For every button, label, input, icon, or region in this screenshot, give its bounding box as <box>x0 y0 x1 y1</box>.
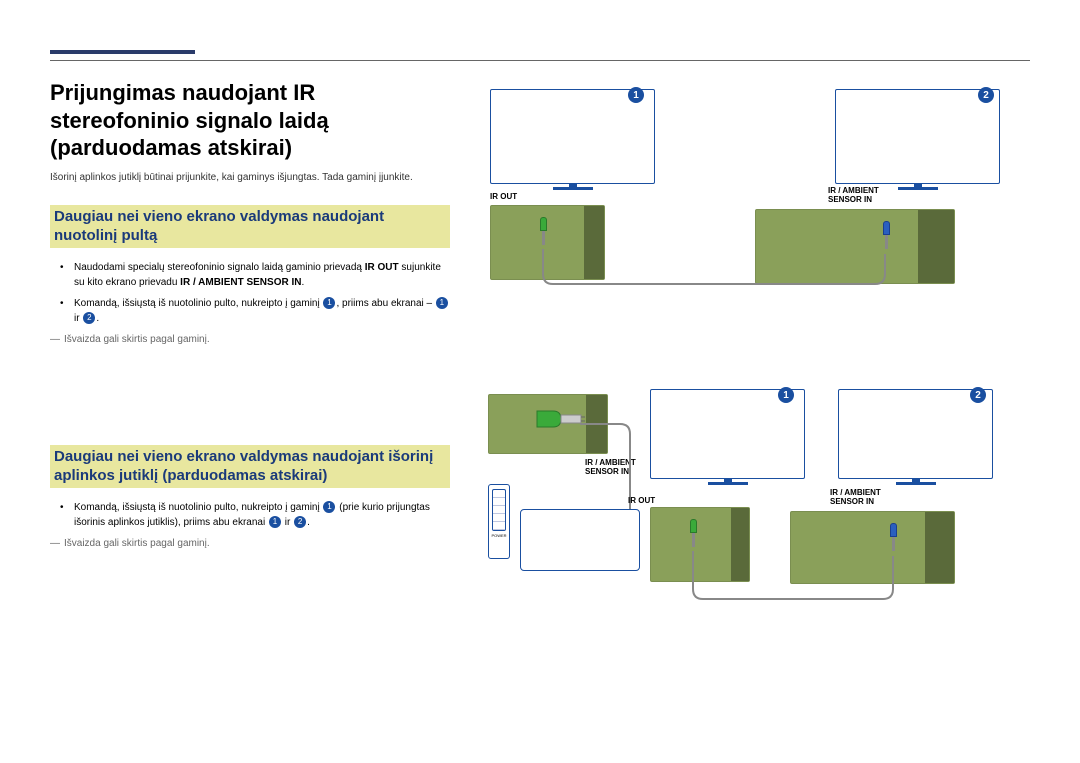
cable-icon <box>480 89 1030 299</box>
num-1-inline-icon: 1 <box>269 516 281 528</box>
num-2-inline-icon: 2 <box>83 312 95 324</box>
diagram-remote-control: 1 2 IR OUT IR / AMBIENT SENSOR IN <box>480 89 1030 299</box>
header-divider <box>50 60 1030 61</box>
section2-bullet1: Komandą, išsiųstą iš nuotolinio pulto, n… <box>74 500 450 530</box>
header-accent-bar <box>50 50 195 54</box>
section-remote: Daugiau nei vieno ekrano valdymas naudoj… <box>50 205 450 345</box>
num-2-inline-icon: 2 <box>294 516 306 528</box>
section-external-sensor: Daugiau nei vieno ekrano valdymas naudoj… <box>50 445 450 549</box>
num-1-inline-icon: 1 <box>323 297 335 309</box>
page-title: Prijungimas naudojant IR stereofoninio s… <box>50 79 450 162</box>
section1-bullet2: Komandą, išsiųstą iš nuotolinio pulto, n… <box>74 296 450 326</box>
section1-note: Išvaizda gali skirtis pagal gaminį. <box>50 334 450 345</box>
cable-2-icon <box>480 389 1030 609</box>
section2-heading: Daugiau nei vieno ekrano valdymas naudoj… <box>50 445 450 488</box>
section2-note: Išvaizda gali skirtis pagal gaminį. <box>50 538 450 549</box>
section1-heading: Daugiau nei vieno ekrano valdymas naudoj… <box>50 205 450 248</box>
diagram-external-sensor: IR / AMBIENT SENSOR IN POWER 1 2 IR OUT … <box>480 389 1030 609</box>
num-1-inline-icon: 1 <box>323 501 335 513</box>
text-column: Prijungimas naudojant IR stereofoninio s… <box>50 79 450 609</box>
num-1-inline-icon: 1 <box>436 297 448 309</box>
diagram-column: 1 2 IR OUT IR / AMBIENT SENSOR IN IR / A… <box>480 79 1030 609</box>
section1-bullet1: Naudodami specialų stereofoninio signalo… <box>74 260 450 290</box>
intro-text: Išorinį aplinkos jutiklį būtinai prijunk… <box>50 172 450 183</box>
